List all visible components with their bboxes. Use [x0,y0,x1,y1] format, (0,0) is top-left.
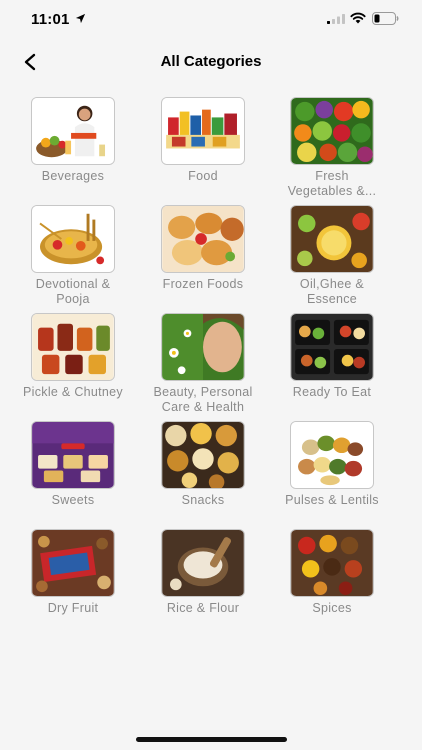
category-label: Fresh Vegetables &... [287,169,377,198]
category-label: Pulses & Lentils [285,493,379,507]
snacks-image [161,421,245,489]
rice-flour-image [161,529,245,597]
cellular-signal-icon [327,14,345,24]
category-label: Snacks [181,493,225,507]
category-label: Frozen Foods [162,277,244,291]
dry-fruit-image [31,529,115,597]
vegetables-image [290,97,374,165]
page-title: All Categories [160,53,262,70]
location-arrow-icon [75,13,86,24]
pickle-image [31,313,115,381]
category-label: Ready To Eat [292,385,372,399]
beverages-image [31,97,115,165]
category-label: Rice & Flour [166,601,240,615]
pulses-image [290,421,374,489]
category-label: Beauty, Personal Care & Health [153,385,253,414]
oil-ghee-image [290,205,374,273]
category-label: Beverages [41,169,105,183]
navigation-bar: All Categories [0,40,422,84]
devotional-image [31,205,115,273]
category-label: Spices [312,601,352,615]
spices-image [290,529,374,597]
category-label: Pickle & Chutney [23,385,123,399]
sweets-image [31,421,115,489]
category-label: Dry Fruit [47,601,99,615]
battery-icon [372,12,399,25]
beauty-image [161,313,245,381]
category-label: Oil,Ghee & Essence [299,277,365,306]
status-time: 11:01 [31,11,70,28]
food-image [161,97,245,165]
frozen-foods-image [161,205,245,273]
ready-to-eat-image [290,313,374,381]
wifi-icon [350,12,366,24]
home-indicator [136,737,287,742]
category-label: Sweets [51,493,95,507]
category-label: Food [188,169,218,183]
status-bar: 11:01 [0,0,422,40]
category-label: Devotional & Pooja [35,277,111,306]
